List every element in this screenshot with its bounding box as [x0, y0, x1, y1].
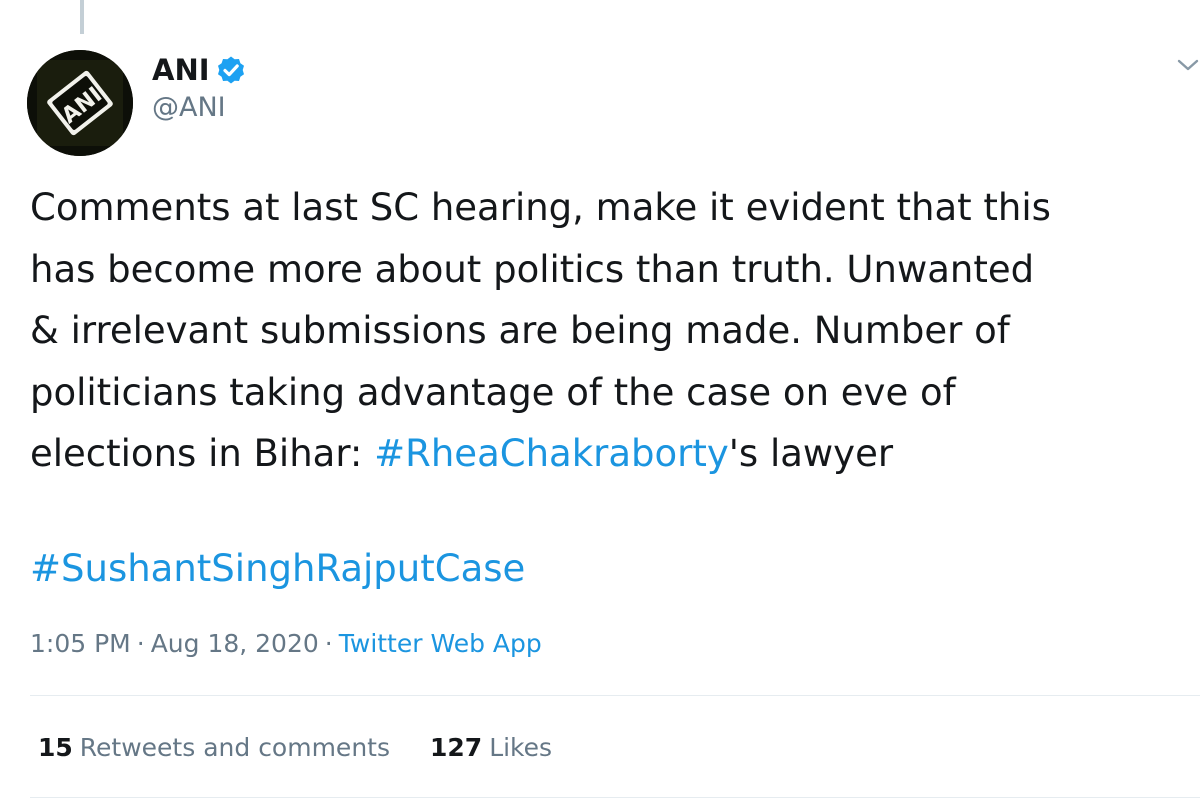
retweets-label: Retweets and comments [79, 733, 390, 762]
hashtag-link-rhea[interactable]: #RheaChakraborty [374, 432, 729, 475]
likes-count: 127 [430, 733, 483, 762]
author-block: ANI @ANI [152, 52, 246, 126]
likes-label: Likes [489, 733, 553, 762]
retweets-stat[interactable]: 15 Retweets and comments [38, 730, 390, 766]
likes-stat[interactable]: 127 Likes [430, 730, 552, 766]
tweet-text-line-last: elections in Bihar: #RheaChakraborty's l… [30, 423, 1190, 485]
meta-separator: · [136, 629, 145, 658]
divider [30, 797, 1200, 798]
tweet-date[interactable]: Aug 18, 2020 [151, 629, 319, 658]
tweet-stats: 15 Retweets and comments 127 Likes [38, 730, 552, 766]
tweet-text-line: has become more about politics than trut… [30, 247, 1035, 291]
tweet-text-line: politicians taking advantage of the case… [30, 370, 956, 414]
tweet-text-line: Comments at last SC hearing, make it evi… [30, 186, 1051, 229]
tweet-source-link[interactable]: Twitter Web App [339, 629, 542, 658]
thread-connector-line [80, 0, 84, 34]
hashtag-link-sushant[interactable]: #SushantSinghRajputCase [30, 538, 525, 600]
tweet-text-line: & irrelevant submissions are being made.… [30, 309, 1010, 352]
author-display-name[interactable]: ANI [152, 52, 210, 88]
author-name-row: ANI [152, 52, 246, 88]
divider [30, 695, 1200, 696]
tweet-card: ANI ANI @ANI Comments at last SC hearing… [0, 0, 1200, 800]
author-handle[interactable]: @ANI [152, 90, 246, 126]
tweet-text: Comments at last SC hearing, make it evi… [30, 177, 1190, 485]
tweet-meta: 1:05 PM · Aug 18, 2020 · Twitter Web App [30, 626, 542, 662]
retweets-count: 15 [38, 733, 73, 762]
chevron-down-icon[interactable] [1176, 52, 1200, 76]
ani-logo-icon: ANI [27, 50, 133, 156]
tweet-text-tail: 's lawyer [728, 432, 894, 475]
avatar[interactable]: ANI [27, 50, 133, 156]
tweet-text-fragment: elections in Bihar: [30, 432, 375, 475]
meta-separator: · [324, 629, 333, 658]
tweet-time[interactable]: 1:05 PM [30, 629, 131, 658]
verified-badge-icon [216, 55, 246, 85]
